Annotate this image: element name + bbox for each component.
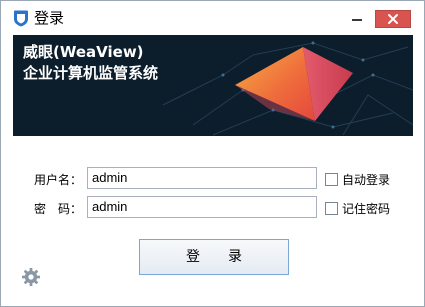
gear-icon[interactable] (21, 267, 41, 287)
remember-password-checkbox[interactable] (325, 202, 338, 215)
password-label: 密 码： (34, 202, 83, 216)
product-banner: 威眼(WeaView) 企业计算机监管系统 (13, 35, 413, 136)
username-label: 用户名： (34, 173, 83, 187)
login-button[interactable]: 登 录 (139, 239, 289, 275)
close-button[interactable] (375, 10, 411, 28)
auto-login-checkbox[interactable] (325, 173, 338, 186)
minimize-button[interactable] (344, 10, 370, 28)
remember-password-label[interactable]: 记住密码 (342, 202, 390, 216)
login-window: 登录 威眼(WeaView) 企业计算机监管系统 用户名： admin 自动登录… (0, 0, 425, 307)
window-title: 登录 (34, 9, 65, 27)
auto-login-label[interactable]: 自动登录 (342, 173, 390, 187)
shield-icon (14, 10, 28, 27)
title-bar[interactable]: 登录 (1, 1, 424, 35)
close-icon (388, 14, 398, 24)
banner-subtitle: 企业计算机监管系统 (23, 64, 159, 82)
password-input[interactable]: admin (87, 196, 317, 218)
banner-title: 威眼(WeaView) (23, 43, 144, 61)
username-input[interactable]: admin (87, 167, 317, 189)
